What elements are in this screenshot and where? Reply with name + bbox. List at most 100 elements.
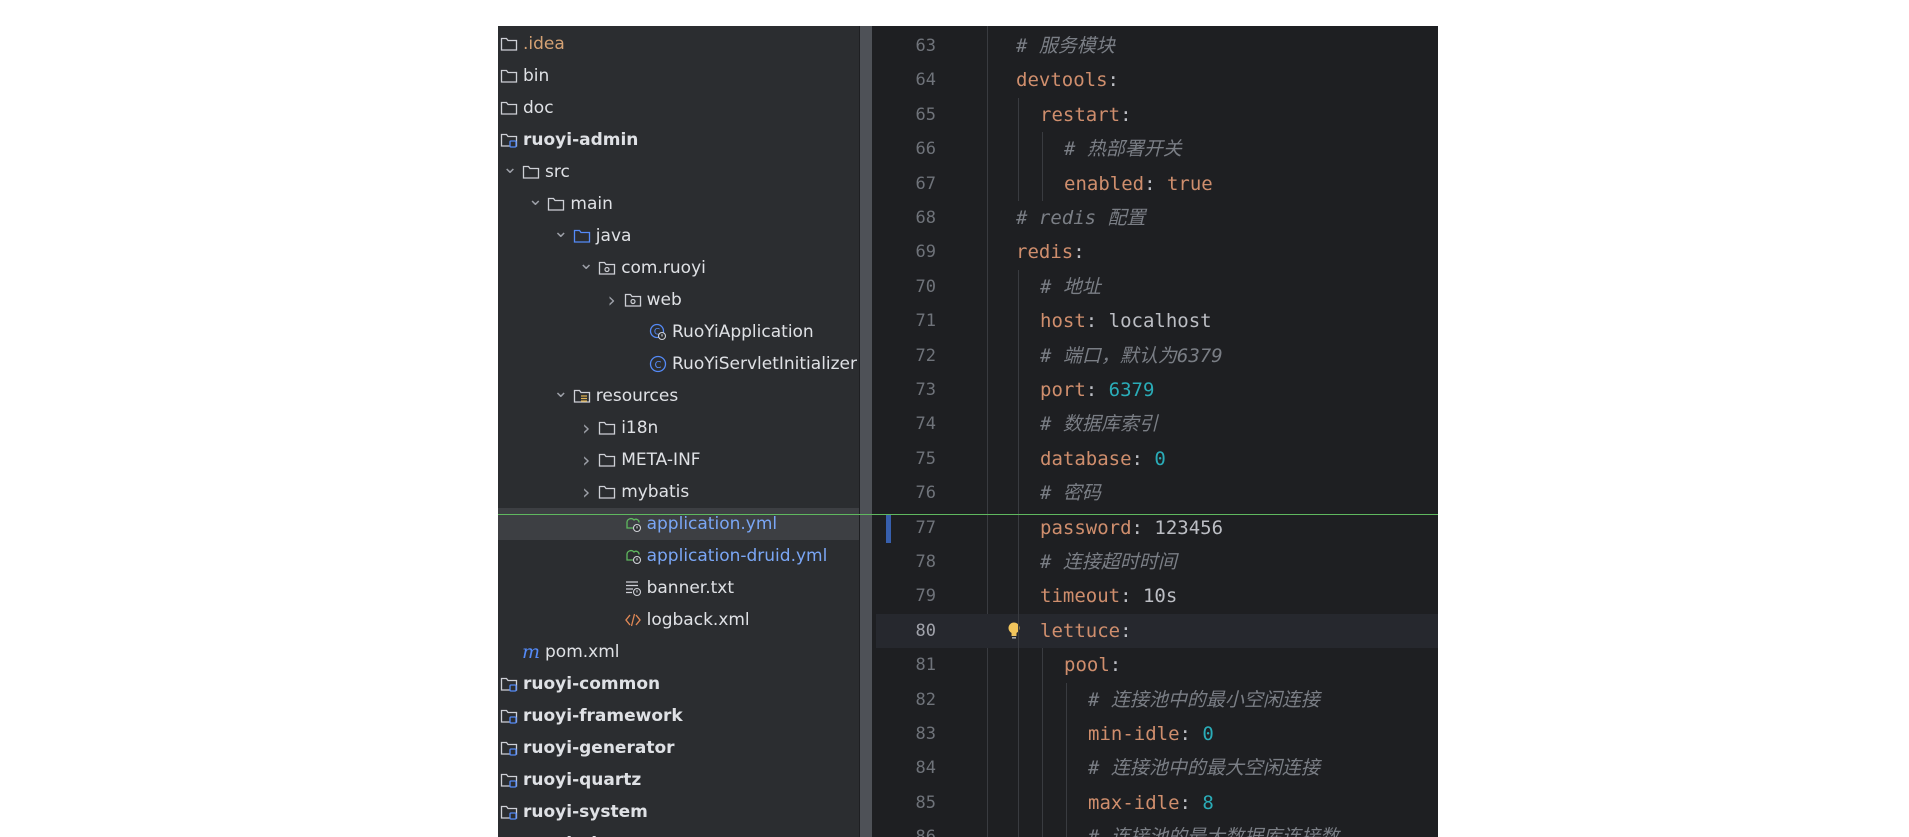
code-line[interactable]: 85 max-idle: 8	[876, 786, 1438, 820]
code-text: # 连接超时时间	[1040, 545, 1177, 579]
code-editor[interactable]: 63 # 服务模块 64 devtools: 65 restart: 66 # 热部署开关 67…	[876, 26, 1438, 837]
tree-item-resources[interactable]: ⌄ resources	[498, 380, 859, 412]
tree-item-i18n[interactable]: › i18n	[498, 412, 859, 444]
code-line[interactable]: 74 # 数据库索引	[876, 407, 1438, 441]
tree-item-label: .idea	[523, 34, 565, 54]
svg-text:C: C	[655, 360, 662, 371]
code-line[interactable]: 63 # 服务模块	[876, 29, 1438, 63]
line-number: 68	[915, 208, 936, 228]
tree-item-doc[interactable]: doc	[498, 92, 859, 124]
line-number: 75	[915, 448, 936, 469]
resources-folder-icon	[573, 387, 591, 405]
tree-item-ruoyiapplication[interactable]: C RuoYiApplication	[498, 316, 859, 348]
tree-item-ruoyi-ui[interactable]: ruoyi-ui	[498, 828, 859, 837]
tree-item-ruoyi-system[interactable]: ruoyi-system	[498, 796, 859, 828]
indent-guide	[1042, 132, 1043, 201]
line-number: 83	[915, 724, 936, 744]
indent-guide	[1042, 648, 1043, 837]
code-line[interactable]: 67 enabled: true	[876, 167, 1438, 201]
chevron-down-icon[interactable]: ⌄	[553, 380, 569, 412]
tree-item-application-yml[interactable]: application.yml	[498, 508, 859, 540]
chevron-right-icon[interactable]: ›	[578, 412, 594, 444]
token-colon: :	[1179, 791, 1203, 814]
tree-item-ruoyi-quartz[interactable]: ruoyi-quartz	[498, 764, 859, 796]
spring-class-icon: C	[649, 323, 667, 341]
code-line[interactable]: 73 port: 6379	[876, 373, 1438, 407]
chevron-down-icon[interactable]: ⌄	[527, 188, 543, 220]
token-colon: :	[1120, 619, 1132, 642]
tree-item-web[interactable]: › web	[498, 284, 859, 316]
line-number: 70	[915, 276, 936, 297]
token-key: password	[1040, 516, 1132, 539]
tree-item-java[interactable]: ⌄ java	[498, 220, 859, 252]
token-key: restart	[1040, 103, 1121, 126]
tree-item-meta-inf[interactable]: › META-INF	[498, 444, 859, 476]
chevron-down-icon[interactable]: ⌄	[553, 220, 569, 252]
code-text: redis:	[1016, 235, 1085, 269]
tree-item-com-ruoyi[interactable]: ⌄ com.ruoyi	[498, 252, 859, 284]
code-line[interactable]: 76 # 密码	[876, 476, 1438, 510]
code-text: # 连接池中的最大空闲连接	[1088, 751, 1320, 785]
chevron-right-icon[interactable]: ›	[578, 444, 594, 476]
token-num: 0	[1202, 723, 1214, 745]
code-line[interactable]: 64 devtools:	[876, 63, 1438, 97]
code-line[interactable]: 70 # 地址	[876, 270, 1438, 304]
code-line[interactable]: 78 # 连接超时时间	[876, 545, 1438, 579]
token-str: 10s	[1142, 585, 1178, 608]
tree-item-src[interactable]: ⌄ src	[498, 156, 859, 188]
code-line[interactable]: 77 password: 123456	[876, 511, 1438, 545]
token-colon: :	[1085, 379, 1109, 401]
token-comment: # 连接池的最大数据库连接数	[1088, 826, 1339, 837]
tree-item-label: ruoyi-admin	[523, 130, 639, 150]
tree-item-label: i18n	[621, 418, 659, 438]
token-comment: # 热部署开关	[1064, 138, 1182, 161]
tree-item-main[interactable]: ⌄ main	[498, 188, 859, 220]
code-line[interactable]: 68 # redis 配置	[876, 201, 1438, 235]
code-line[interactable]: 81 pool:	[876, 648, 1438, 682]
tree-item-banner-txt[interactable]: banner.txt	[498, 572, 859, 604]
module-folder-icon	[500, 739, 518, 757]
tree-item-ruoyi-framework[interactable]: ruoyi-framework	[498, 700, 859, 732]
tree-item-ruoyiservletinitializer[interactable]: C RuoYiServletInitializer	[498, 348, 859, 380]
code-line[interactable]: 83 min-idle: 0	[876, 717, 1438, 751]
code-line[interactable]: 65 restart:	[876, 98, 1438, 132]
tree-item-label: src	[545, 162, 570, 182]
tree-item-bin[interactable]: bin	[498, 60, 859, 92]
svg-text:m: m	[522, 643, 540, 661]
token-str: 123456	[1154, 516, 1224, 539]
code-line[interactable]: 72 # 端口，默认为6379	[876, 339, 1438, 373]
code-line[interactable]: 66 # 热部署开关	[876, 132, 1438, 166]
tree-item-label: com.ruoyi	[621, 258, 706, 278]
tree-item-mybatis[interactable]: › mybatis	[498, 476, 859, 508]
code-line[interactable]: 82 # 连接池中的最小空闲连接	[876, 683, 1438, 717]
code-line[interactable]: 71 host: localhost	[876, 304, 1438, 338]
code-text: min-idle: 0	[1088, 717, 1214, 751]
tree-item-idea[interactable]: .idea	[498, 28, 859, 60]
tree-item-application-druid-yml[interactable]: application-druid.yml	[498, 540, 859, 572]
chevron-right-icon[interactable]: ›	[578, 476, 594, 508]
token-str: localhost	[1108, 310, 1212, 333]
project-tree-scrollbar[interactable]	[860, 26, 872, 837]
chevron-down-icon[interactable]: ⌄	[502, 156, 518, 188]
token-key: max-idle	[1088, 791, 1180, 814]
token-comment: # 连接超时时间	[1040, 551, 1177, 573]
tree-item-ruoyi-admin[interactable]: ruoyi-admin	[498, 124, 859, 156]
token-num: 8	[1202, 791, 1214, 814]
code-line[interactable]: 80 lettuce:	[876, 613, 1438, 649]
chevron-right-icon[interactable]: ›	[604, 284, 620, 316]
tree-item-label: ruoyi-ui	[523, 828, 597, 837]
code-text: host: localhost	[1040, 304, 1212, 338]
tree-item-logback-xml[interactable]: logback.xml	[498, 604, 859, 636]
code-line[interactable]: 75 database: 0	[876, 442, 1438, 476]
change-marker[interactable]	[886, 513, 891, 543]
code-line[interactable]: 84 # 连接池中的最大空闲连接	[876, 751, 1438, 785]
tree-item-pom-xml[interactable]: m pom.xml	[498, 636, 859, 668]
code-line[interactable]: 69 redis:	[876, 235, 1438, 269]
tree-item-ruoyi-generator[interactable]: ruoyi-generator	[498, 732, 859, 764]
chevron-down-icon[interactable]: ⌄	[578, 252, 594, 284]
code-line[interactable]: 86 # 连接池的最大数据库连接数	[876, 820, 1438, 837]
indent-guide	[1018, 97, 1019, 201]
code-line[interactable]: 79 timeout: 10s	[876, 579, 1438, 613]
code-text: # 地址	[1040, 270, 1101, 304]
tree-item-ruoyi-common[interactable]: ruoyi-common	[498, 668, 859, 700]
